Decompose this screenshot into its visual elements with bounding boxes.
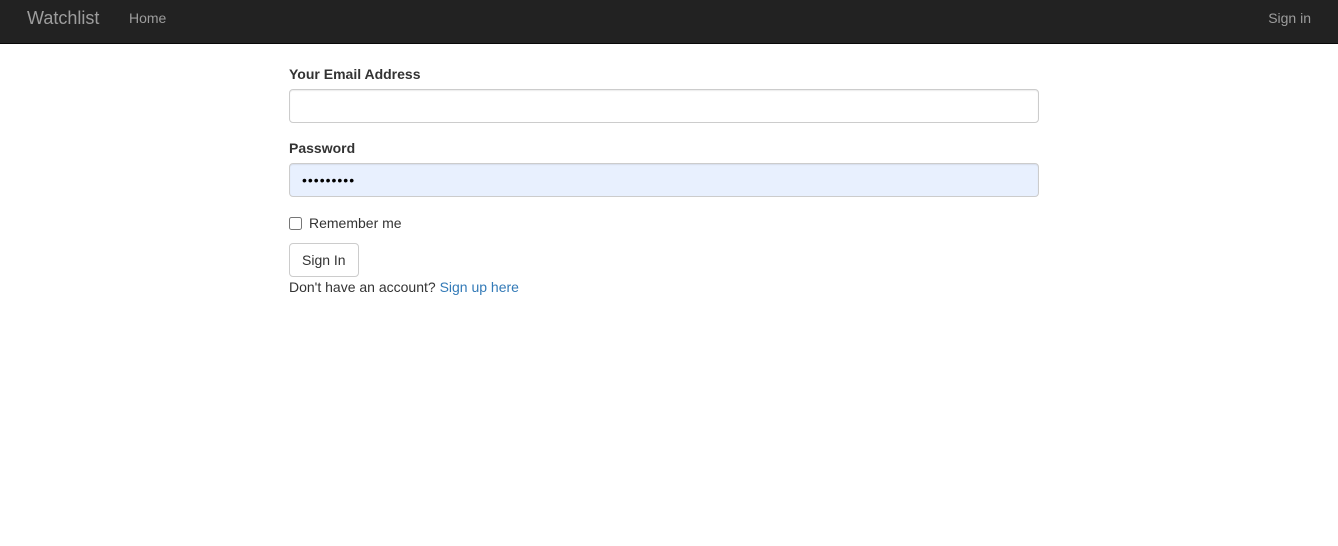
sign-in-button[interactable]: Sign In <box>289 243 359 277</box>
top-navbar: Watchlist Home Sign in <box>0 0 1338 44</box>
signin-form: Your Email Address Password Remember me … <box>289 65 1039 296</box>
remember-me-checkbox[interactable] <box>289 216 302 230</box>
email-field[interactable] <box>289 89 1039 123</box>
signup-row: Don't have an account? Sign up here <box>289 278 1039 296</box>
nav-signin-link[interactable]: Sign in <box>1268 10 1311 26</box>
email-label: Your Email Address <box>289 66 421 82</box>
password-label: Password <box>289 140 356 156</box>
remember-me-row: Remember me <box>289 214 1039 232</box>
signup-link[interactable]: Sign up here <box>440 279 519 295</box>
signup-prompt: Don't have an account? <box>289 279 436 295</box>
password-field[interactable] <box>289 163 1039 197</box>
nav-home-link[interactable]: Home <box>129 10 166 26</box>
brand-link[interactable]: Watchlist <box>27 8 99 28</box>
remember-me-label: Remember me <box>309 215 402 231</box>
